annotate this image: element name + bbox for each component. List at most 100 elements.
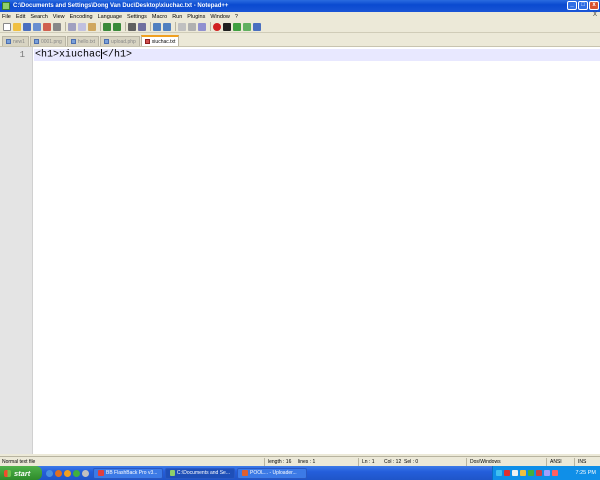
- messenger-icon[interactable]: [528, 470, 534, 476]
- editor-area[interactable]: 1 <h1>xiuchac</h1>: [0, 46, 600, 454]
- menu-settings[interactable]: Settings: [127, 14, 147, 20]
- paste-icon[interactable]: [88, 22, 96, 31]
- menu-plugins[interactable]: Plugins: [187, 14, 205, 20]
- tab-hello-txt[interactable]: hello.txt: [66, 36, 100, 46]
- media-icon[interactable]: [64, 469, 71, 477]
- status-line: Ln : 1: [362, 459, 375, 465]
- undo-icon[interactable]: [103, 22, 111, 31]
- taskbar-item-uploader[interactable]: POOL... - Uploader...: [237, 467, 307, 479]
- line-number: 1: [19, 50, 25, 60]
- status-bar: Normal text file length : 16 lines : 1 L…: [0, 456, 600, 466]
- status-file-type: Normal text file: [2, 459, 36, 465]
- update-icon[interactable]: [520, 470, 526, 476]
- notepadpp-icon: [170, 470, 175, 476]
- minimize-button[interactable]: _: [567, 1, 577, 10]
- find-icon[interactable]: [128, 22, 136, 31]
- tab-0001-png[interactable]: 0001.png: [29, 36, 66, 46]
- code-line[interactable]: <h1>xiuchac</h1>: [35, 49, 132, 62]
- copy-icon[interactable]: [78, 22, 86, 31]
- save-all-icon[interactable]: [33, 22, 41, 31]
- taskbar-item-notepadpp[interactable]: C:\Documents and Se...: [165, 467, 235, 479]
- sync-icon[interactable]: [178, 22, 186, 31]
- close-icon[interactable]: [43, 22, 51, 31]
- tab-bar: new1 0001.png hello.txt upload.php xiuch…: [0, 34, 600, 46]
- status-divider: [264, 458, 265, 466]
- menu-run[interactable]: Run: [172, 14, 182, 20]
- menu-language[interactable]: Language: [98, 14, 122, 20]
- tab-new1[interactable]: new1: [2, 36, 29, 46]
- doc-icon: [33, 39, 39, 44]
- taskbar-item-flashback[interactable]: BB FlashBack Pro v3...: [93, 467, 163, 479]
- clock: 7:25 PM: [575, 470, 596, 476]
- menu-help[interactable]: ?: [235, 14, 238, 20]
- toolbar-divider: [175, 22, 176, 31]
- close-button[interactable]: x: [589, 1, 599, 10]
- toolbar: [0, 21, 600, 33]
- status-eol: Dos\Windows: [470, 459, 501, 465]
- new-file-icon[interactable]: [3, 22, 11, 31]
- task-label: BB FlashBack Pro v3...: [106, 470, 158, 476]
- menu-window[interactable]: Window: [210, 14, 230, 20]
- tab-label: xiuchac.txt: [151, 38, 176, 45]
- save-icon[interactable]: [23, 22, 31, 31]
- chat-icon[interactable]: [73, 469, 80, 477]
- system-tray: 7:25 PM: [492, 466, 600, 480]
- start-button[interactable]: start: [0, 466, 42, 480]
- wrap-icon[interactable]: [188, 22, 196, 31]
- tab-xiuchac-txt[interactable]: xiuchac.txt: [140, 35, 180, 46]
- redo-icon[interactable]: [113, 22, 121, 31]
- window-title: C:\Documents and Settings\Dong Van Duc\D…: [13, 3, 229, 9]
- status-divider: [574, 458, 575, 466]
- tab-upload-php[interactable]: upload.php: [100, 36, 140, 46]
- menu-search[interactable]: Search: [30, 14, 47, 20]
- flashback-icon: [98, 470, 104, 476]
- code-text-before-cursor: <h1>xiuchac: [35, 49, 102, 61]
- quick-launch: [46, 469, 91, 477]
- menu-bar: File Edit Search View Encoding Language …: [0, 12, 600, 21]
- title-bar: C:\Documents and Settings\Dong Van Duc\D…: [0, 0, 600, 12]
- toolbar-divider: [125, 22, 126, 31]
- shield-icon[interactable]: [504, 470, 510, 476]
- antivirus-icon[interactable]: [536, 470, 542, 476]
- cut-icon[interactable]: [68, 22, 76, 31]
- security-icon[interactable]: [552, 470, 558, 476]
- uploader-icon: [242, 470, 248, 476]
- menu-view[interactable]: View: [53, 14, 65, 20]
- replace-icon[interactable]: [138, 22, 146, 31]
- status-lines: lines : 1: [298, 459, 316, 465]
- menu-macro[interactable]: Macro: [152, 14, 167, 20]
- record-macro-icon[interactable]: [213, 22, 221, 31]
- display-icon[interactable]: [544, 470, 550, 476]
- toolbar-divider: [65, 22, 66, 31]
- save-macro-icon[interactable]: [253, 22, 261, 31]
- maximize-button[interactable]: □: [578, 1, 588, 10]
- print-icon[interactable]: [53, 22, 61, 31]
- toolbar-divider: [100, 22, 101, 31]
- taskbar: start BB FlashBack Pro v3... C:\Document…: [0, 466, 600, 480]
- tab-label: hello.txt: [77, 38, 96, 45]
- close-document-button[interactable]: X: [593, 12, 597, 18]
- ie-icon[interactable]: [46, 469, 53, 477]
- menu-edit[interactable]: Edit: [16, 14, 25, 20]
- run-macro-icon[interactable]: [243, 22, 251, 31]
- open-file-icon[interactable]: [13, 22, 21, 31]
- firefox-icon[interactable]: [55, 469, 62, 477]
- toolbar-divider: [210, 22, 211, 31]
- zoom-out-icon[interactable]: [163, 22, 171, 31]
- task-label: C:\Documents and Se...: [176, 470, 230, 476]
- tab-label: 0001.png: [40, 38, 62, 45]
- menu-encoding[interactable]: Encoding: [70, 14, 93, 20]
- volume-icon[interactable]: [512, 470, 518, 476]
- play-macro-icon[interactable]: [233, 22, 241, 31]
- zoom-in-icon[interactable]: [153, 22, 161, 31]
- menu-file[interactable]: File: [2, 14, 11, 20]
- doc-icon: [104, 39, 110, 44]
- desktop-icon[interactable]: [82, 469, 89, 477]
- windows-flag-icon: [4, 469, 11, 477]
- window-controls: _ □ x: [567, 1, 599, 10]
- network-icon[interactable]: [496, 470, 502, 476]
- status-encoding: ANSI: [550, 459, 562, 465]
- indent-icon[interactable]: [198, 22, 206, 31]
- doc-icon: [144, 39, 150, 44]
- stop-macro-icon[interactable]: [223, 22, 231, 31]
